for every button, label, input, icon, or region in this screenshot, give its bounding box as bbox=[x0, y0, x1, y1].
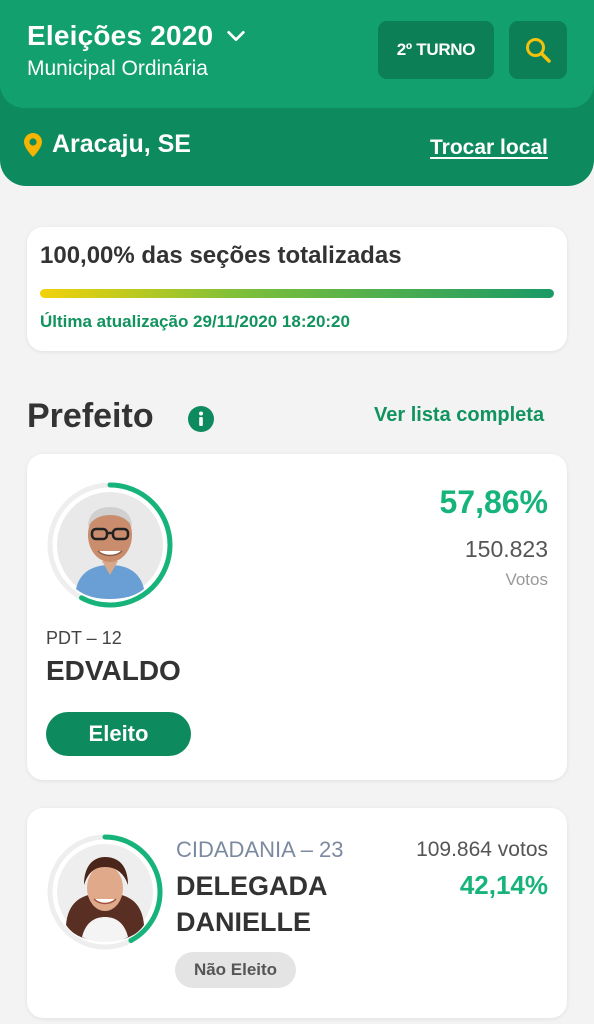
search-icon bbox=[526, 38, 551, 63]
votes-label: Votos bbox=[505, 570, 548, 589]
chevron-down-icon bbox=[227, 30, 246, 42]
candidate-card[interactable]: 57,86% 150.823 Votos PDT – 12 EDVALDO El… bbox=[27, 454, 567, 780]
candidate-party: PDT – 12 bbox=[46, 628, 122, 648]
candidate-votes: 150.823 bbox=[464, 536, 548, 562]
candidate-percentage: 57,86% bbox=[439, 484, 548, 520]
election-title: Eleições 2020 bbox=[27, 20, 214, 51]
change-location-link[interactable]: Trocar local bbox=[430, 136, 548, 160]
app-header bbox=[0, 0, 594, 108]
see-full-list-link[interactable]: Ver lista completa bbox=[374, 404, 544, 427]
elected-badge: Eleito bbox=[46, 712, 191, 756]
location-name: Aracaju, SE bbox=[52, 130, 191, 158]
turno-button[interactable]: 2º TURNO bbox=[378, 21, 494, 79]
candidate-name: EDVALDO bbox=[46, 655, 181, 686]
not-elected-badge: Não Eleito bbox=[175, 952, 296, 988]
candidate-avatar bbox=[47, 834, 163, 950]
location-pin-icon bbox=[24, 132, 42, 157]
totalization-title: 100,00% das seções totalizadas bbox=[40, 242, 402, 269]
section-title: Prefeito bbox=[27, 397, 154, 435]
totalization-progress-bar bbox=[40, 289, 554, 298]
last-update-text: Última atualização 29/11/2020 18:20:20 bbox=[40, 312, 350, 331]
candidate-percentage: 42,14% bbox=[459, 870, 548, 900]
election-subtitle: Municipal Ordinária bbox=[27, 57, 208, 80]
totalization-card: 100,00% das seções totalizadas Última at… bbox=[27, 227, 567, 351]
info-icon[interactable] bbox=[188, 406, 214, 432]
candidate-name: DELEGADA DANIELLE bbox=[176, 871, 327, 937]
location-row: Aracaju, SE bbox=[24, 130, 191, 159]
candidate-avatar bbox=[47, 482, 173, 608]
candidate-votes: 109.864 votos bbox=[416, 838, 548, 861]
search-button[interactable] bbox=[509, 21, 567, 79]
election-selector[interactable]: Eleições 2020 bbox=[27, 20, 247, 52]
candidate-party: CIDADANIA – 23 bbox=[176, 837, 344, 862]
progress-fill bbox=[40, 289, 554, 298]
candidate-card[interactable]: CIDADANIA – 23 DELEGADA DANIELLE 109.864… bbox=[27, 808, 567, 1018]
